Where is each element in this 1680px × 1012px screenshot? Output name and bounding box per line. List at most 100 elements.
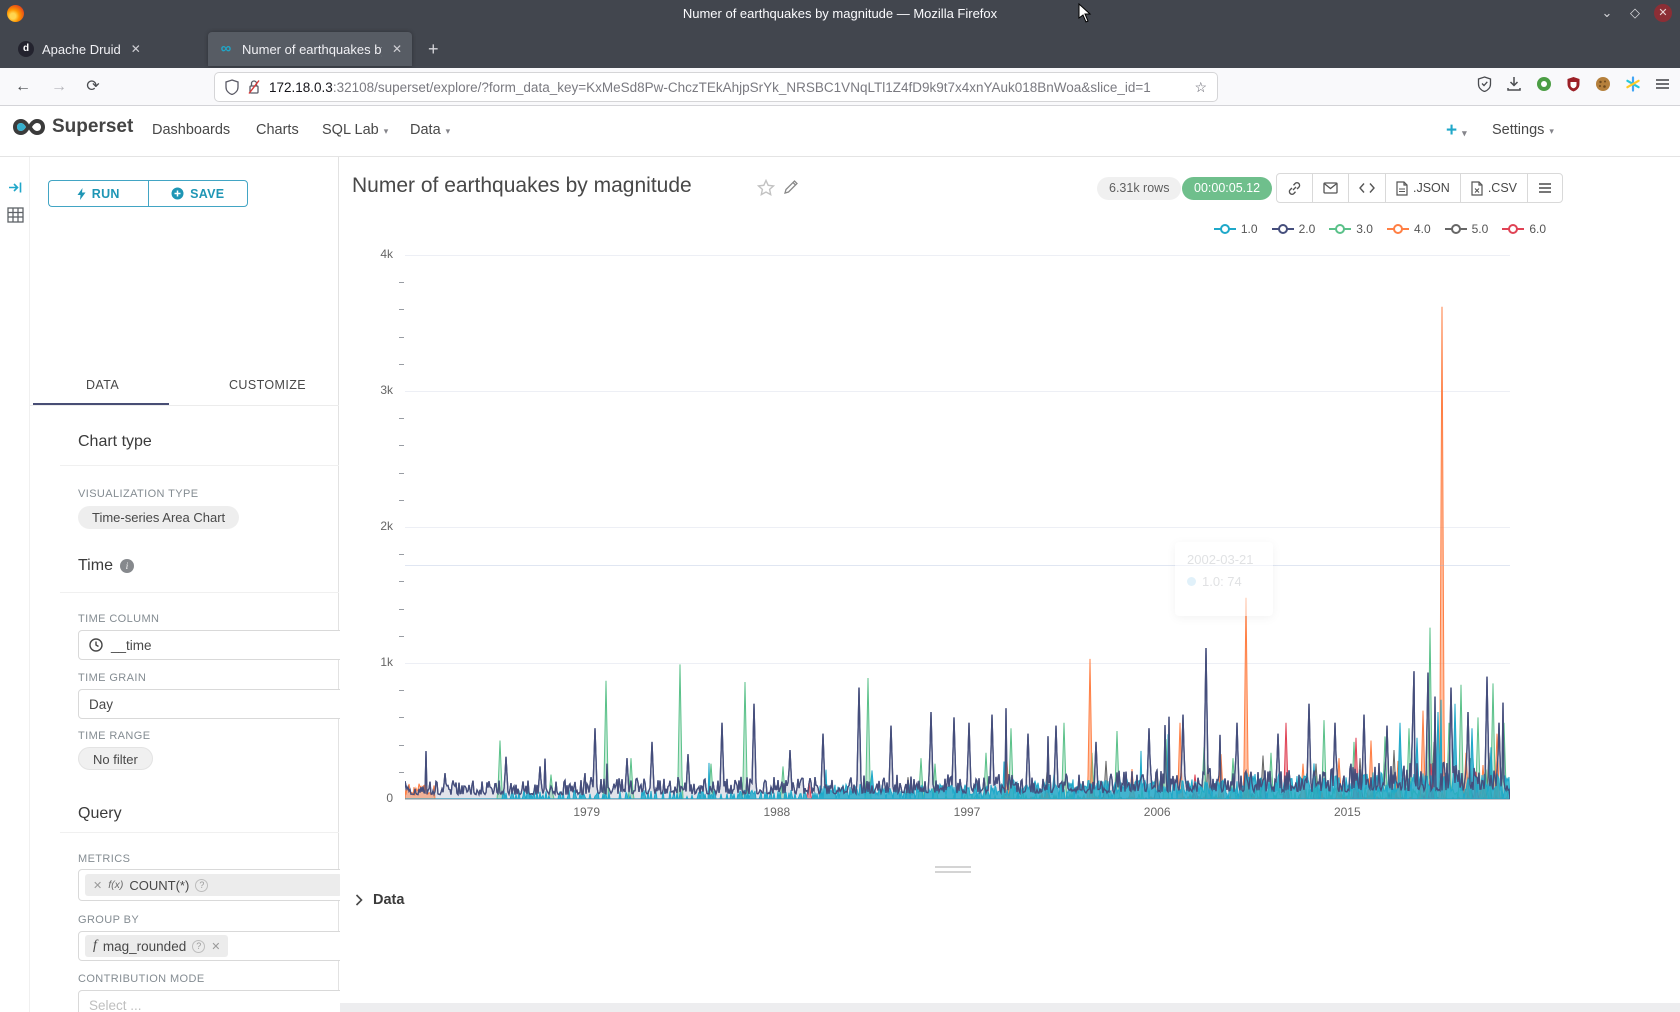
- legend-marker-icon: [1272, 224, 1294, 234]
- ublock-shield-icon[interactable]: [1566, 76, 1581, 92]
- bottom-strip: [340, 1003, 1680, 1012]
- embed-code-button[interactable]: [1349, 174, 1386, 202]
- new-tab-button[interactable]: +: [428, 40, 439, 58]
- chart-legend: 1.0 2.0 3.0 4.0 5.0 6.0: [1214, 222, 1546, 236]
- edit-pencil-icon[interactable]: [783, 179, 799, 195]
- tooltip-crosshair-line: [405, 565, 1510, 566]
- metrics-label: METRICS: [78, 853, 130, 865]
- superset-logo[interactable]: Superset: [12, 116, 133, 138]
- time-column-select[interactable]: __time: [78, 630, 364, 660]
- copy-link-button[interactable]: [1277, 174, 1313, 202]
- section-time: Timei: [78, 557, 134, 575]
- lightning-icon: [77, 188, 86, 200]
- colorful-extension-icon[interactable]: [1625, 76, 1641, 92]
- back-button[interactable]: ←: [12, 76, 34, 98]
- metric-chip[interactable]: ✕ f(x) COUNT(*) ?: [85, 874, 342, 896]
- export-json-button[interactable]: .JSON: [1386, 174, 1461, 202]
- remove-group-by-icon[interactable]: ✕: [211, 940, 220, 953]
- superset-favicon: ∞: [218, 41, 234, 57]
- group-by-label: GROUP BY: [78, 914, 139, 926]
- window-close-icon[interactable]: ✕: [1654, 4, 1672, 22]
- new-chart-plus-button[interactable]: +▾: [1446, 120, 1467, 142]
- window-title: Numer of earthquakes by magnitude — Mozi…: [0, 6, 1680, 21]
- tab-superset-explore[interactable]: ∞ Numer of earthquakes by ✕: [208, 32, 412, 66]
- legend-item[interactable]: 3.0: [1329, 222, 1373, 236]
- window-restore-down-icon[interactable]: ⌄: [1598, 4, 1616, 22]
- tracking-shield-icon[interactable]: [225, 79, 239, 95]
- y-axis-tick: 0: [345, 791, 393, 805]
- window-titlebar: Numer of earthquakes by magnitude — Mozi…: [0, 0, 1680, 28]
- link-icon: [1287, 181, 1302, 196]
- export-csv-button[interactable]: .CSV: [1461, 174, 1528, 202]
- time-range-pill[interactable]: No filter: [78, 747, 153, 770]
- panel-tabs: DATA CUSTOMIZE: [30, 372, 339, 406]
- remove-metric-icon[interactable]: ✕: [93, 879, 102, 892]
- chart-actions-group: .JSON .CSV: [1276, 173, 1563, 203]
- save-button[interactable]: SAVE: [148, 180, 249, 207]
- tooltip-date: 2002-03-21: [1187, 552, 1273, 567]
- downloads-icon[interactable]: [1506, 76, 1522, 92]
- expand-datasource-icon[interactable]: [8, 181, 23, 194]
- info-icon: i: [120, 559, 134, 573]
- email-button[interactable]: [1313, 174, 1349, 202]
- nav-sql-lab[interactable]: SQL Lab▾: [322, 122, 388, 138]
- reload-button[interactable]: ⟳: [82, 76, 104, 98]
- tab-customize[interactable]: CUSTOMIZE: [229, 378, 306, 392]
- file-x-icon: [1471, 181, 1483, 196]
- results-panel: Data: [340, 866, 1680, 1012]
- run-button[interactable]: RUN: [48, 180, 148, 207]
- dataset-grid-icon[interactable]: [7, 207, 24, 223]
- screen: Numer of earthquakes by magnitude — Mozi…: [0, 0, 1680, 1012]
- nav-charts[interactable]: Charts: [256, 122, 299, 138]
- extension-green-icon[interactable]: [1536, 76, 1552, 92]
- superset-navbar: Superset Dashboards Charts SQL Lab▾ Data…: [0, 106, 1680, 157]
- y-axis-tick: 4k: [345, 247, 393, 261]
- legend-marker-icon: [1214, 224, 1236, 234]
- forward-button[interactable]: →: [48, 76, 70, 98]
- caret-down-icon: ▾: [1462, 128, 1467, 138]
- pocket-save-icon[interactable]: [1477, 76, 1492, 92]
- legend-item[interactable]: 1.0: [1214, 222, 1258, 236]
- area-chart-canvas[interactable]: [405, 255, 1510, 799]
- url-bar[interactable]: 172.18.0.3:32108/superset/explore/?form_…: [215, 73, 1217, 101]
- menu-hamburger-icon[interactable]: [1655, 77, 1670, 91]
- file-icon: [1396, 181, 1408, 196]
- legend-item[interactable]: 6.0: [1502, 222, 1546, 236]
- tab-data[interactable]: DATA: [86, 378, 119, 392]
- chart-menu-button[interactable]: [1528, 174, 1562, 202]
- time-grain-label: TIME GRAIN: [78, 672, 146, 684]
- bookmark-star-icon[interactable]: ☆: [1194, 79, 1207, 96]
- viz-type-pill[interactable]: Time-series Area Chart: [78, 506, 239, 529]
- brand-name: Superset: [52, 116, 133, 138]
- time-grain-select[interactable]: Day: [78, 689, 364, 719]
- nav-data[interactable]: Data▾: [410, 122, 450, 138]
- legend-item[interactable]: 5.0: [1445, 222, 1489, 236]
- nav-settings[interactable]: Settings▾: [1492, 122, 1554, 138]
- tab-close-icon[interactable]: ✕: [392, 42, 402, 56]
- control-panel: RUN SAVE DATA CUSTOMIZE Chart type VISUA…: [30, 157, 339, 1012]
- cookie-extension-icon[interactable]: [1595, 76, 1611, 92]
- favorite-star-icon[interactable]: [757, 179, 775, 197]
- active-tab-indicator: [33, 403, 169, 405]
- group-by-select[interactable]: f mag_rounded ? ✕: [78, 931, 364, 961]
- x-axis-tick: 1997: [937, 805, 997, 819]
- mouse-cursor: [1078, 3, 1092, 23]
- group-by-chip[interactable]: f mag_rounded ? ✕: [85, 935, 228, 957]
- collapse-strip: [0, 157, 30, 1012]
- window-maximize-icon[interactable]: ◇: [1626, 4, 1644, 22]
- contribution-mode-select[interactable]: Select ...: [78, 990, 364, 1012]
- x-axis-tick: 1979: [557, 805, 617, 819]
- nav-dashboards[interactable]: Dashboards: [152, 122, 230, 138]
- panel-resize-handle[interactable]: [935, 866, 971, 876]
- metric-box[interactable]: ✕ f(x) COUNT(*) ?: [78, 869, 364, 901]
- section-chart-type: Chart type: [78, 433, 152, 451]
- legend-item[interactable]: 4.0: [1387, 222, 1431, 236]
- insecure-lock-icon[interactable]: [247, 79, 261, 95]
- tab-apache-druid[interactable]: d Apache Druid ✕: [8, 32, 206, 66]
- x-axis-tick: 1988: [747, 805, 807, 819]
- data-section-toggle[interactable]: Data: [355, 892, 404, 908]
- metric-info-icon: ?: [195, 879, 208, 892]
- legend-item[interactable]: 2.0: [1272, 222, 1316, 236]
- tab-close-icon[interactable]: ✕: [131, 42, 141, 56]
- browser-tab-bar: d Apache Druid ✕ ∞ Numer of earthquakes …: [0, 28, 1680, 68]
